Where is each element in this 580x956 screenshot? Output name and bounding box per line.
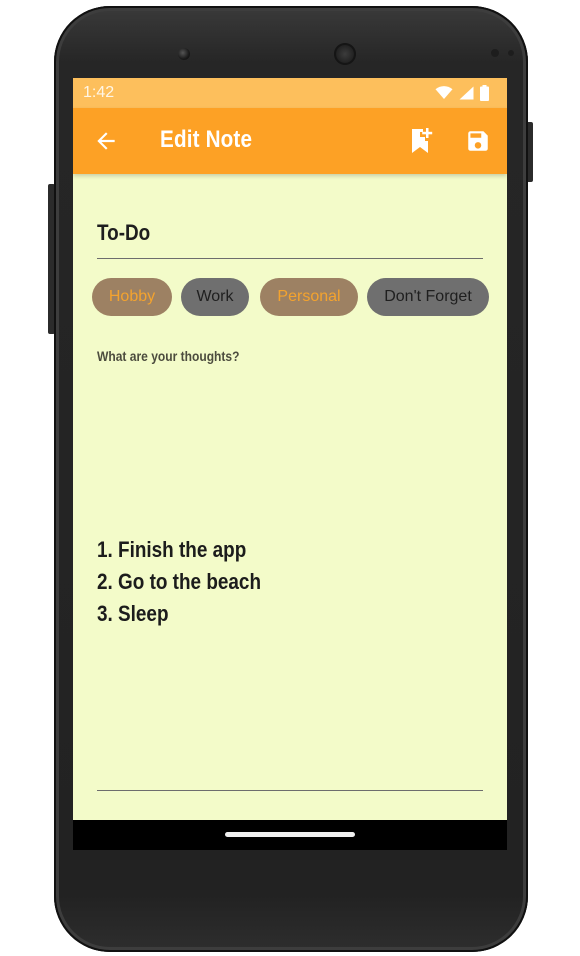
chip-work[interactable]: Work xyxy=(181,278,249,316)
signal-icon xyxy=(459,86,474,105)
navigation-bar xyxy=(73,820,507,850)
light-sensor xyxy=(508,50,514,56)
chip-personal[interactable]: Personal xyxy=(260,278,358,316)
title-underline xyxy=(97,258,483,259)
app-title: Edit Note xyxy=(160,126,253,153)
status-bar: 1:42 xyxy=(73,78,507,108)
tag-chip-group: Hobby Work Personal Don't Forget xyxy=(92,278,507,318)
earpiece-speaker xyxy=(334,43,356,65)
wifi-icon xyxy=(435,86,453,105)
status-icons xyxy=(435,85,489,106)
note-title-field[interactable]: To-Do xyxy=(97,210,483,258)
bookmark-add-icon xyxy=(409,128,433,159)
body-line: 1. Finish the app xyxy=(97,537,247,562)
app-bar: Edit Note xyxy=(73,108,507,174)
body-line: 2. Go to the beach xyxy=(97,569,262,594)
home-gesture-handle[interactable] xyxy=(225,832,355,837)
save-icon xyxy=(465,131,491,158)
status-time: 1:42 xyxy=(83,84,115,101)
chip-hobby[interactable]: Hobby xyxy=(92,278,172,316)
note-body-field[interactable]: 1. Finish the app 2. Go to the beach 3. … xyxy=(97,534,261,630)
body-underline xyxy=(97,790,483,791)
back-button[interactable] xyxy=(93,128,119,154)
body-line: 3. Sleep xyxy=(97,601,169,626)
note-title-text: To-Do xyxy=(97,220,151,245)
chip-dont-forget[interactable]: Don't Forget xyxy=(367,278,489,316)
note-body-hint: What are your thoughts? xyxy=(97,348,240,364)
save-button[interactable] xyxy=(465,128,491,154)
battery-icon xyxy=(480,85,489,106)
bookmark-button[interactable] xyxy=(409,127,433,155)
device-screen: 1:42 Edit Note To-Do Hobby Work Personal… xyxy=(73,78,507,850)
proximity-sensor xyxy=(491,49,499,57)
front-camera xyxy=(178,48,190,60)
arrow-back-icon xyxy=(93,132,119,158)
